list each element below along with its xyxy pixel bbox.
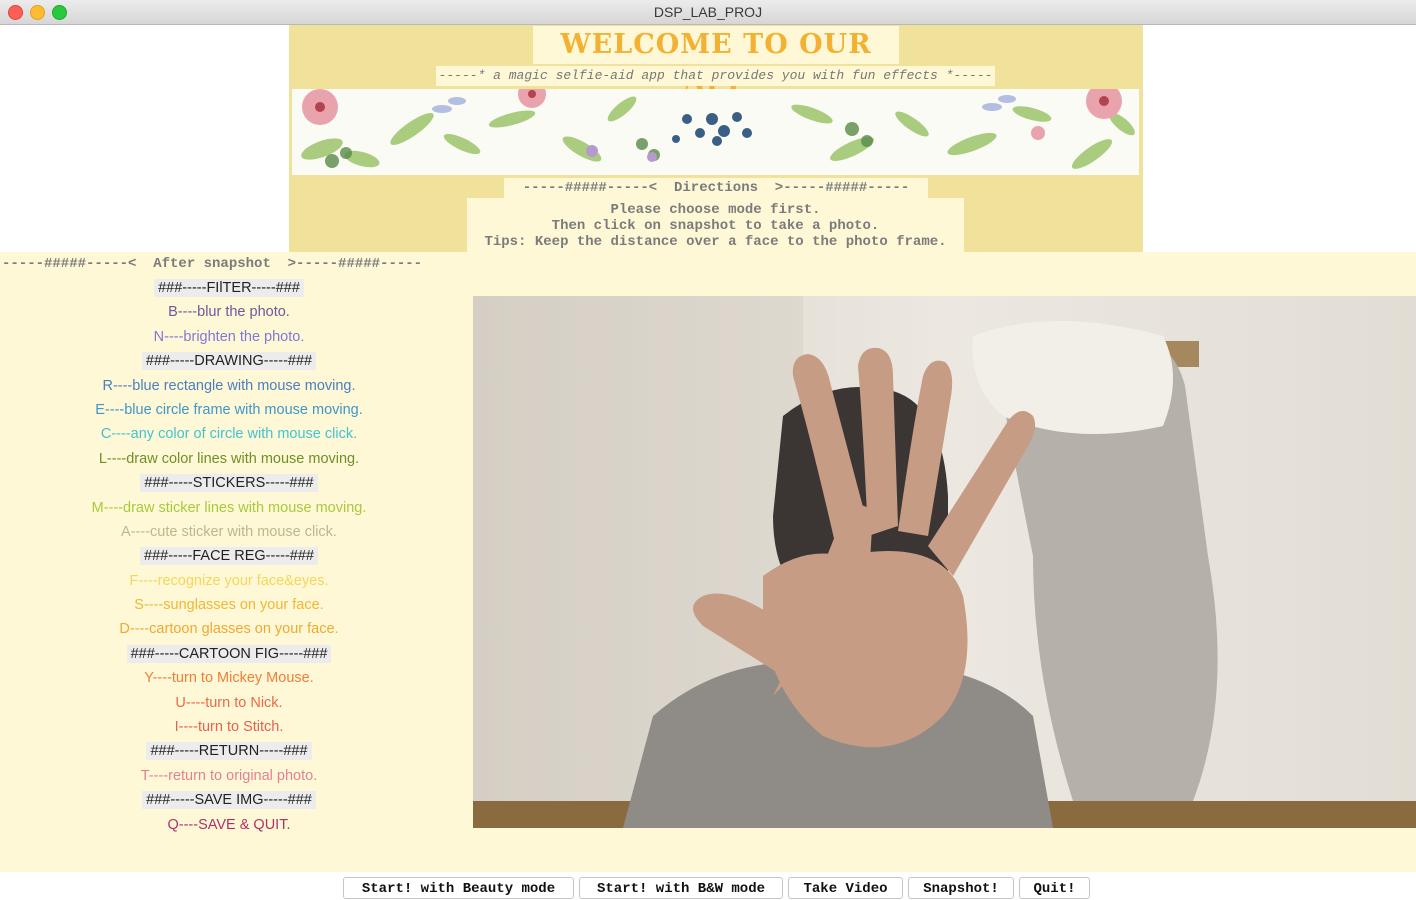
shortcut-item-label: B----blur the photo.: [168, 304, 290, 321]
window-titlebar: DSP_LAB_PROJ: [0, 0, 1416, 25]
shortcut-item: D----cartoon glasses on your face.: [0, 617, 458, 641]
app-subtitle: -----* a magic selfie-aid app that provi…: [436, 66, 995, 86]
shortcut-item-label: S----sunglasses on your face.: [134, 597, 324, 614]
app-header: WELCOME TO OUR APP -----* a magic selfie…: [289, 25, 1143, 252]
section-header-label: ###-----SAVE IMG-----###: [142, 791, 316, 810]
shortcut-item: B----blur the photo.: [0, 300, 458, 324]
shortcut-item-label: M----draw sticker lines with mouse movin…: [91, 499, 367, 516]
quit-button[interactable]: Quit!: [1019, 877, 1090, 899]
section-header: ###-----FIlTER-----###: [0, 276, 458, 300]
shortcut-item-label: F----recognize your face&eyes.: [129, 572, 329, 589]
shortcut-item: R----blue rectangle with mouse moving.: [0, 374, 458, 398]
section-header: ###-----CARTOON FIG-----###: [0, 642, 458, 666]
shortcut-item: A----cute sticker with mouse click.: [0, 520, 458, 544]
section-header-label: ###-----DRAWING-----###: [141, 352, 317, 371]
shortcut-item-label: Y----turn to Mickey Mouse.: [144, 670, 314, 687]
shortcut-item: C----any color of circle with mouse clic…: [0, 422, 458, 446]
snapshot-button[interactable]: Snapshot!: [908, 877, 1014, 899]
action-button-bar: Start! with Beauty mode Start! with B&W …: [0, 872, 1416, 900]
after-snapshot-title: -----#####-----< After snapshot >-----##…: [2, 256, 423, 272]
shortcut-item: Y----turn to Mickey Mouse.: [0, 666, 458, 690]
section-header: ###-----SAVE IMG-----###: [0, 788, 458, 812]
shortcut-item-label: R----blue rectangle with mouse moving.: [102, 377, 356, 394]
section-header: ###-----STICKERS-----###: [0, 471, 458, 495]
section-header-label: ###-----FIlTER-----###: [154, 279, 304, 297]
shortcut-list: ###-----FIlTER-----### B----blur the phot…: [0, 276, 458, 837]
camera-preview-image: [473, 296, 1416, 828]
shortcut-item-label: T----return to original photo.: [140, 767, 318, 784]
shortcut-item: U----turn to Nick.: [0, 691, 458, 715]
main-panel: -----#####-----< After snapshot >-----##…: [0, 252, 1416, 872]
start-beauty-mode-button[interactable]: Start! with Beauty mode: [343, 877, 574, 899]
section-header-label: ###-----CARTOON FIG-----###: [126, 644, 332, 663]
shortcut-item: S----sunglasses on your face.: [0, 593, 458, 617]
directions-box: Please choose mode first. Then click on …: [467, 198, 964, 252]
directions-line: Then click on snapshot to take a photo.: [551, 218, 880, 234]
start-bw-mode-button[interactable]: Start! with B&W mode: [579, 877, 783, 899]
shortcut-item-label: E----blue circle frame with mouse moving…: [95, 401, 363, 418]
shortcut-item: F----recognize your face&eyes.: [0, 569, 458, 593]
section-header: ###-----FACE REG-----###: [0, 544, 458, 568]
shortcut-item: Q----SAVE & QUIT.: [0, 813, 458, 837]
shortcut-item-label: C----any color of circle with mouse clic…: [100, 426, 358, 443]
shortcut-item: T----return to original photo.: [0, 764, 458, 788]
shortcut-item: I----turn to Stitch.: [0, 715, 458, 739]
shortcut-item: L----draw color lines with mouse moving.: [0, 447, 458, 471]
shortcut-item-label: I----turn to Stitch.: [174, 719, 284, 736]
shortcut-item-label: Q----SAVE & QUIT.: [167, 816, 291, 833]
shortcut-item-label: L----draw color lines with mouse moving.: [98, 450, 360, 467]
floral-banner-image: [292, 89, 1139, 175]
shortcut-item: M----draw sticker lines with mouse movin…: [0, 496, 458, 520]
directions-title: -----#####-----< Directions >-----#####-…: [504, 178, 928, 198]
shortcut-item-label: U----turn to Nick.: [175, 694, 283, 711]
take-video-button[interactable]: Take Video: [788, 877, 903, 899]
shortcut-item: N----brighten the photo.: [0, 325, 458, 349]
shortcut-item-label: A----cute sticker with mouse click.: [121, 523, 337, 540]
section-header-label: ###-----FACE REG-----###: [140, 547, 318, 566]
shortcut-item: E----blue circle frame with mouse moving…: [0, 398, 458, 422]
directions-line: Please choose mode first.: [610, 202, 821, 218]
section-header-label: ###-----STICKERS-----###: [140, 474, 318, 493]
directions-line: Tips: Keep the distance over a face to t…: [484, 234, 947, 250]
window-title: DSP_LAB_PROJ: [653, 4, 763, 20]
welcome-title: WELCOME TO OUR APP: [533, 26, 899, 98]
section-header: ###-----DRAWING-----###: [0, 349, 458, 373]
shortcut-item-label: N----brighten the photo.: [153, 328, 305, 345]
shortcut-item-label: D----cartoon glasses on your face.: [119, 621, 339, 638]
section-header-label: ###-----RETURN-----###: [146, 742, 312, 761]
section-header: ###-----RETURN-----###: [0, 739, 458, 763]
